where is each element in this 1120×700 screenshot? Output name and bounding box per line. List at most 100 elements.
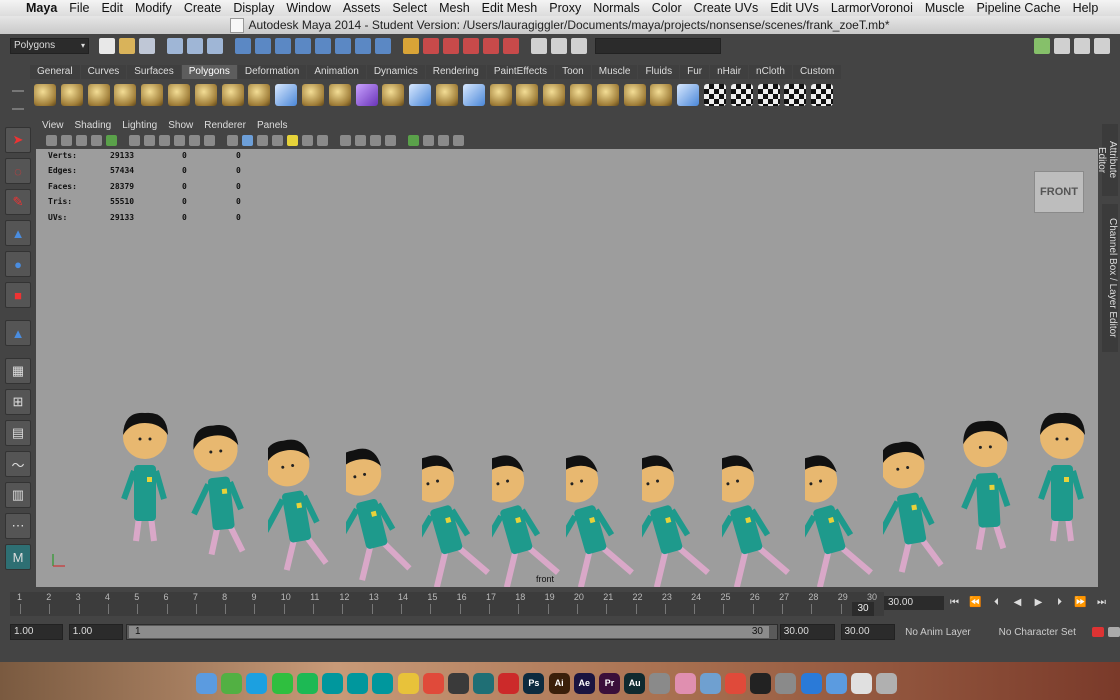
automatic-mapping-icon[interactable] xyxy=(784,84,807,106)
snap-live-icon[interactable] xyxy=(315,38,331,54)
poly-cylinder-icon[interactable] xyxy=(87,84,110,106)
shelf-tab-fluids[interactable]: Fluids xyxy=(638,65,680,79)
channel-box-tab[interactable]: Channel Box / Layer Editor xyxy=(1102,204,1118,352)
shelf-tab-painteffects[interactable]: PaintEffects xyxy=(486,65,555,79)
dock-icon-files-icon[interactable] xyxy=(850,672,872,694)
dock-icon-line-icon[interactable] xyxy=(271,672,293,694)
paint-select-tool-icon[interactable]: ✎ xyxy=(5,189,31,215)
menu-window[interactable]: Window xyxy=(286,1,330,15)
poly-soccer-ball-icon[interactable] xyxy=(248,84,271,106)
go-to-end-icon[interactable]: ⏭ xyxy=(1093,596,1110,610)
smooth-shade-icon[interactable] xyxy=(242,134,253,146)
snap-point-icon[interactable] xyxy=(275,38,291,54)
dock-icon-ae-icon[interactable]: Ae xyxy=(573,672,595,694)
input-line-field[interactable] xyxy=(595,38,721,54)
shelf-tab-dynamics[interactable]: Dynamics xyxy=(366,65,425,79)
character-pose[interactable] xyxy=(805,447,875,587)
character-pose[interactable] xyxy=(883,435,953,575)
menu-display[interactable]: Display xyxy=(233,1,274,15)
snap-grid-icon[interactable] xyxy=(235,38,251,54)
input-search-icon[interactable] xyxy=(571,38,587,54)
dock-icon-pr-icon[interactable]: Pr xyxy=(599,672,620,694)
select-hierarchy-icon[interactable] xyxy=(167,38,183,54)
xray-icon[interactable] xyxy=(355,134,366,146)
step-forward-frame-icon[interactable]: ⏵ xyxy=(1051,596,1068,610)
shelf-tab-rendering[interactable]: Rendering xyxy=(425,65,486,79)
select-component-icon[interactable] xyxy=(207,38,223,54)
end-time-field[interactable]: 30.00 xyxy=(840,624,896,640)
smooth-icon[interactable] xyxy=(328,84,351,106)
renderer-settings-icon[interactable] xyxy=(453,134,464,146)
select-camera-icon[interactable] xyxy=(46,134,57,146)
append-polygon-icon[interactable] xyxy=(435,84,458,106)
shelf-tab-curves[interactable]: Curves xyxy=(80,65,127,79)
panel-menu-panels[interactable]: Panels xyxy=(257,120,288,131)
dock-icon-terminal-icon[interactable] xyxy=(750,672,772,694)
step-forward-key-icon[interactable]: ⏩ xyxy=(1072,596,1089,610)
playback-end-field[interactable]: 30.00 xyxy=(779,624,835,640)
bridge-icon[interactable] xyxy=(409,84,432,106)
extrude-icon[interactable] xyxy=(382,84,405,106)
rotate-tool-icon[interactable]: ● xyxy=(5,251,31,277)
current-time-field[interactable]: 30.00 xyxy=(884,596,944,610)
panel-menu-show[interactable]: Show xyxy=(168,120,193,131)
menu-file[interactable]: File xyxy=(69,1,89,15)
poly-cone-icon[interactable] xyxy=(114,84,137,106)
four-view-layout-icon[interactable]: ⊞ xyxy=(5,389,31,415)
chamfer-icon[interactable] xyxy=(650,84,673,106)
character-pose[interactable] xyxy=(190,419,260,559)
channel-box-toggle-icon[interactable] xyxy=(1094,38,1110,54)
select-camera-frame-icon[interactable] xyxy=(408,134,419,146)
dock-icon-utility-icon[interactable] xyxy=(775,672,797,694)
menu-modify[interactable]: Modify xyxy=(135,1,172,15)
dock-icon-maya-icon[interactable] xyxy=(473,672,495,694)
panel-menu-view[interactable]: View xyxy=(42,120,64,131)
render-icon[interactable] xyxy=(423,38,439,54)
shelf-menu-grip-icon[interactable] xyxy=(12,90,24,110)
two-d-pan-zoom-icon[interactable] xyxy=(106,134,117,146)
snap-curve-icon[interactable] xyxy=(255,38,271,54)
menu-set-select[interactable]: Polygons ▾ xyxy=(10,38,89,54)
menu-color[interactable]: Color xyxy=(652,1,682,15)
dock-icon-chrome-icon[interactable] xyxy=(724,672,746,694)
character-pose[interactable] xyxy=(110,407,180,547)
lasso-tool-icon[interactable]: ◌ xyxy=(5,158,31,184)
attribute-editor-toggle-icon[interactable] xyxy=(1054,38,1070,54)
start-time-field[interactable]: 1.00 xyxy=(10,624,63,640)
poly-pyramid-icon[interactable] xyxy=(194,84,217,106)
character-pose[interactable] xyxy=(422,447,492,587)
character-pose[interactable] xyxy=(642,447,712,587)
save-scene-icon[interactable] xyxy=(139,38,155,54)
dock-icon-chrome-icon[interactable] xyxy=(422,672,444,694)
shadows-icon[interactable] xyxy=(302,134,313,146)
dock-icon-arduino-icon[interactable] xyxy=(321,672,343,694)
merge-to-center-icon[interactable] xyxy=(596,84,619,106)
character-set-select[interactable]: No Character Set xyxy=(999,627,1092,638)
poly-sphere-icon[interactable] xyxy=(34,84,56,106)
dock-icon-photos-icon[interactable] xyxy=(674,672,696,694)
grid-icon[interactable] xyxy=(129,134,140,146)
tool-settings-toggle-icon[interactable] xyxy=(1074,38,1090,54)
planar-mapping-icon[interactable] xyxy=(703,84,726,106)
bookmarks-icon[interactable] xyxy=(76,134,87,146)
shelf-tab-fur[interactable]: Fur xyxy=(680,65,710,79)
menu-mesh[interactable]: Mesh xyxy=(439,1,470,15)
panel-menu-shading[interactable]: Shading xyxy=(75,120,112,131)
combine-icon[interactable] xyxy=(275,84,298,106)
shelf-tab-general[interactable]: General xyxy=(30,65,80,79)
poly-pipe-icon[interactable] xyxy=(221,84,244,106)
dock-icon-evernote-icon[interactable] xyxy=(221,672,243,694)
shelf-tab-polygons[interactable]: Polygons xyxy=(181,65,237,79)
ipr-render-icon[interactable] xyxy=(443,38,459,54)
dock-icon-arduino-icon[interactable] xyxy=(347,672,369,694)
menu-edit[interactable]: Edit xyxy=(101,1,123,15)
character-pose[interactable] xyxy=(346,441,416,581)
film-gate-icon[interactable] xyxy=(144,134,155,146)
dock-icon-arduino-icon[interactable] xyxy=(372,672,394,694)
hypershade-layout-icon[interactable]: ⋯ xyxy=(5,513,31,539)
last-tool-icon[interactable]: ▲ xyxy=(5,320,31,346)
safe-action-icon[interactable] xyxy=(204,134,215,146)
menu-muscle[interactable]: Muscle xyxy=(925,1,965,15)
render-settings-icon[interactable] xyxy=(463,38,479,54)
dock-icon-flash-icon[interactable] xyxy=(498,672,520,694)
